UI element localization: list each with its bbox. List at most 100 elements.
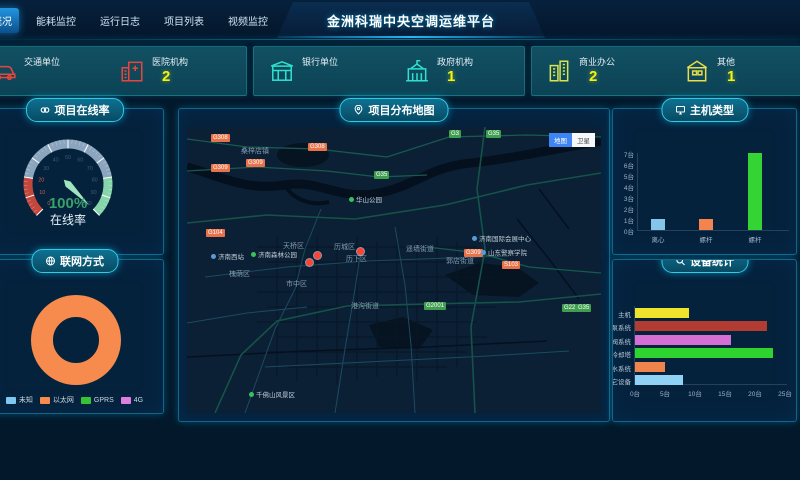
poi-text: 千佛山风景区 <box>256 389 295 399</box>
host-types-chart: 0台1台2台3台4台5台6台7台离心螺杆螺杆 <box>613 109 796 254</box>
stat-text: 医院机构2 <box>152 55 188 84</box>
road-badge-G309: G309 <box>246 159 265 167</box>
stat-value <box>312 70 338 84</box>
x-tick: 0台 <box>625 388 645 398</box>
page-title: 金洲科瑞中央空调运维平台 <box>327 11 495 30</box>
project-marker[interactable] <box>357 248 364 255</box>
svg-text:40: 40 <box>53 158 59 164</box>
cat-其它设备: 其它设备 <box>612 376 631 386</box>
stat-value: 2 <box>162 70 188 84</box>
stat-label: 政府机构 <box>437 55 473 68</box>
government-icon <box>404 58 430 84</box>
y-axis <box>637 153 638 231</box>
svg-text:80: 80 <box>92 178 98 184</box>
legend-item-GPRS[interactable]: GPRS <box>81 395 114 405</box>
road-badge-G35: G35 <box>576 304 591 312</box>
stat-value: 1 <box>447 70 473 84</box>
map-place-label: 槐荫区 <box>229 269 250 279</box>
network-donut-chart <box>0 270 163 395</box>
stat-value: 2 <box>589 70 615 84</box>
road-badge-G35: G35 <box>374 171 389 179</box>
stat-银行单位: 银行单位 <box>269 55 338 84</box>
map-poi-label: 千佛山风景区 <box>249 389 295 399</box>
cat-冷却塔: 冷却塔 <box>612 349 631 359</box>
poi-dot-icon <box>211 254 216 259</box>
stat-label: 其他 <box>717 55 735 68</box>
legend-swatch <box>121 397 131 404</box>
map-toggle-卫星[interactable]: 卫星 <box>572 133 595 147</box>
map-place-label: 郭店街道 <box>446 256 474 266</box>
office-icon <box>546 58 572 84</box>
panel-project-map-title: 项目分布地图 <box>340 98 449 122</box>
y-tick: 2台 <box>613 204 634 214</box>
stat-text: 其他1 <box>717 55 735 84</box>
bar-冷却塔 <box>635 348 773 358</box>
poi-text: 山东警察学院 <box>488 247 527 257</box>
poi-dot-icon <box>249 392 254 397</box>
legend-item-4G[interactable]: 4G <box>121 395 143 405</box>
x-tick: 15台 <box>715 388 735 398</box>
map-poi-label: 华山公园 <box>349 194 382 204</box>
hospital-icon <box>119 58 145 84</box>
map-toggle-地图[interactable]: 地图 <box>549 133 572 147</box>
poi-dot-icon <box>251 252 256 257</box>
stat-label: 银行单位 <box>302 55 338 68</box>
bar-水系统 <box>635 362 665 372</box>
map-poi-label: 济南森林公园 <box>251 249 297 259</box>
x-cat: 螺杆 <box>735 234 775 244</box>
road-badge-G308: G308 <box>211 134 230 142</box>
map-poi-label: 山东警察学院 <box>481 247 527 257</box>
svg-text:70: 70 <box>87 166 93 172</box>
poi-text: 济南西站 <box>218 251 244 261</box>
svg-text:30: 30 <box>43 166 49 172</box>
road-badge-G104: G104 <box>206 229 225 237</box>
poi-dot-icon <box>349 197 354 202</box>
road-badge-G309: G309 <box>211 164 230 172</box>
bank-icon <box>269 58 295 84</box>
magnifier-icon <box>675 259 685 266</box>
stat-政府机构: 政府机构 1 <box>404 55 473 84</box>
map-place-label: 桑梓店镇 <box>241 146 269 156</box>
map-layer-toggle: 地图卫星 <box>549 133 595 147</box>
y-tick: 4台 <box>613 182 634 192</box>
cat-阀系统: 阀系统 <box>612 336 631 346</box>
legend-swatch <box>40 397 50 404</box>
x-tick: 25台 <box>775 388 795 398</box>
svg-text:100%: 100% <box>49 195 87 212</box>
stat-label: 商业办公 <box>579 55 615 68</box>
map-canvas[interactable]: G308G309G309G308G35G3G35G309S103G104G200… <box>187 127 601 413</box>
stat-医院机构: 医院机构2 <box>119 55 188 84</box>
bar-螺杆 <box>699 219 713 230</box>
x-cat: 离心 <box>638 234 678 244</box>
project-marker[interactable] <box>314 252 321 259</box>
map-place-label: 遥墙街道 <box>406 244 434 254</box>
y-tick: 5台 <box>613 171 634 181</box>
poi-dot-icon <box>481 250 486 255</box>
legend-label: 未知 <box>19 395 33 405</box>
tab-视频监控[interactable]: 视频监控 <box>221 8 275 33</box>
legend-item-以太网[interactable]: 以太网 <box>40 395 74 405</box>
tab-能耗监控[interactable]: 能耗监控 <box>29 8 83 33</box>
panel-host-types: 主机类型 0台1台2台3台4台5台6台7台离心螺杆螺杆 <box>612 108 797 255</box>
road-badge-G3: G3 <box>449 130 461 138</box>
stat-交通单位: 交通单位 <box>0 55 60 84</box>
tab-运行日志[interactable]: 运行日志 <box>93 8 147 33</box>
bar-泵系统 <box>635 321 767 331</box>
stat-text: 商业办公 2 <box>579 55 615 84</box>
cat-水系统: 水系统 <box>612 363 631 373</box>
tab-项目列表[interactable]: 项目列表 <box>157 8 211 33</box>
project-marker[interactable] <box>306 259 313 266</box>
road-badge-S103: S103 <box>502 261 520 269</box>
globe-icon <box>45 256 55 266</box>
legend-item-未知[interactable]: 未知 <box>6 395 33 405</box>
stat-card-office-other: 商业办公 2 其他1 <box>531 46 800 96</box>
title-block: 金洲科瑞中央空调运维平台 <box>277 2 545 38</box>
road-badge-G308: G308 <box>308 143 327 151</box>
stat-label: 交通单位 <box>24 55 60 68</box>
stat-商业办公: 商业办公 2 <box>546 55 615 84</box>
x-axis <box>637 230 789 231</box>
legend-label: 4G <box>134 397 143 404</box>
svg-text:50: 50 <box>65 155 71 161</box>
tab-概况[interactable]: 概况 <box>0 8 19 33</box>
monitor-icon <box>675 105 685 115</box>
